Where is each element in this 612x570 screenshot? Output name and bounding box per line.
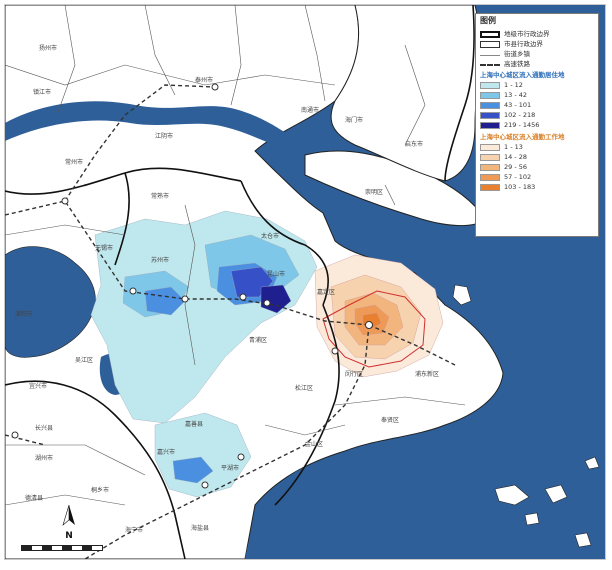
residence-class-label: 102 - 218	[504, 111, 536, 120]
legend-item-label: 街道乡镇	[504, 49, 530, 58]
residence-class-label: 1 - 12	[504, 81, 523, 90]
work-class-5: 103 - 183	[480, 182, 594, 192]
work-class-label: 29 - 56	[504, 162, 528, 171]
work-swatch	[480, 153, 500, 161]
city-boundary-swatch	[480, 30, 500, 38]
work-class-label: 1 - 13	[504, 142, 523, 151]
residence-class-label: 43 - 101	[504, 101, 532, 110]
legend-item-label: 高速铁路	[504, 59, 530, 68]
residence-class-label: 219 - 1456	[504, 121, 540, 130]
residence-swatch	[480, 92, 500, 99]
legend-item-county: 市县行政边界	[480, 39, 594, 49]
map-frame: 扬州市 镇江市 泰州市 南通市 海门市 启东市 常州市 江阴市 常熟市 无锡市 …	[4, 4, 606, 560]
work-class-label: 57 - 102	[504, 172, 532, 181]
street-boundary-swatch	[480, 52, 500, 56]
residence-class-4: 102 - 218	[480, 111, 594, 121]
legend-item-rail: 高速铁路	[480, 59, 594, 69]
legend-title: 图例	[480, 16, 496, 25]
legend-item-street: 街道乡镇	[480, 49, 594, 59]
work-class-4: 57 - 102	[480, 172, 594, 182]
legend-item-label: 地级市行政边界	[504, 29, 550, 38]
work-class-2: 14 - 28	[480, 152, 594, 162]
residence-class-3: 43 - 101	[480, 101, 594, 111]
legend-residence-title: 上海中心城区流入通勤居住地	[480, 71, 565, 79]
residence-class-1: 1 - 12	[480, 81, 594, 91]
residence-swatch	[480, 102, 500, 109]
residence-swatch	[480, 82, 500, 89]
work-swatch	[480, 183, 500, 191]
work-swatch	[480, 163, 500, 171]
legend-item-city: 地级市行政边界	[480, 29, 594, 39]
north-label: N	[65, 531, 73, 541]
north-arrow-icon	[62, 504, 75, 526]
residence-class-label: 13 - 42	[504, 91, 528, 100]
legend-item-label: 市县行政边界	[504, 39, 543, 48]
work-swatch	[480, 143, 500, 151]
rail-swatch	[480, 62, 500, 66]
map-legend: 图例 地级市行政边界 市县行政边界 街道乡镇 高速铁路 上海中心城区流入通勤居住…	[475, 13, 599, 237]
residence-swatch	[480, 122, 500, 129]
work-swatch	[480, 173, 500, 181]
scale-bar	[21, 545, 103, 551]
work-class-label: 103 - 183	[504, 182, 536, 191]
work-class-label: 14 - 28	[504, 152, 528, 161]
residence-swatch	[480, 112, 500, 119]
work-class-1: 1 - 13	[480, 142, 594, 152]
north-arrow: N	[61, 504, 77, 541]
county-boundary-swatch	[480, 40, 500, 48]
work-class-3: 29 - 56	[480, 162, 594, 172]
residence-class-2: 13 - 42	[480, 91, 594, 101]
legend-work-title: 上海中心城区流入通勤工作地	[480, 132, 565, 141]
residence-class-5: 219 - 1456	[480, 121, 594, 131]
